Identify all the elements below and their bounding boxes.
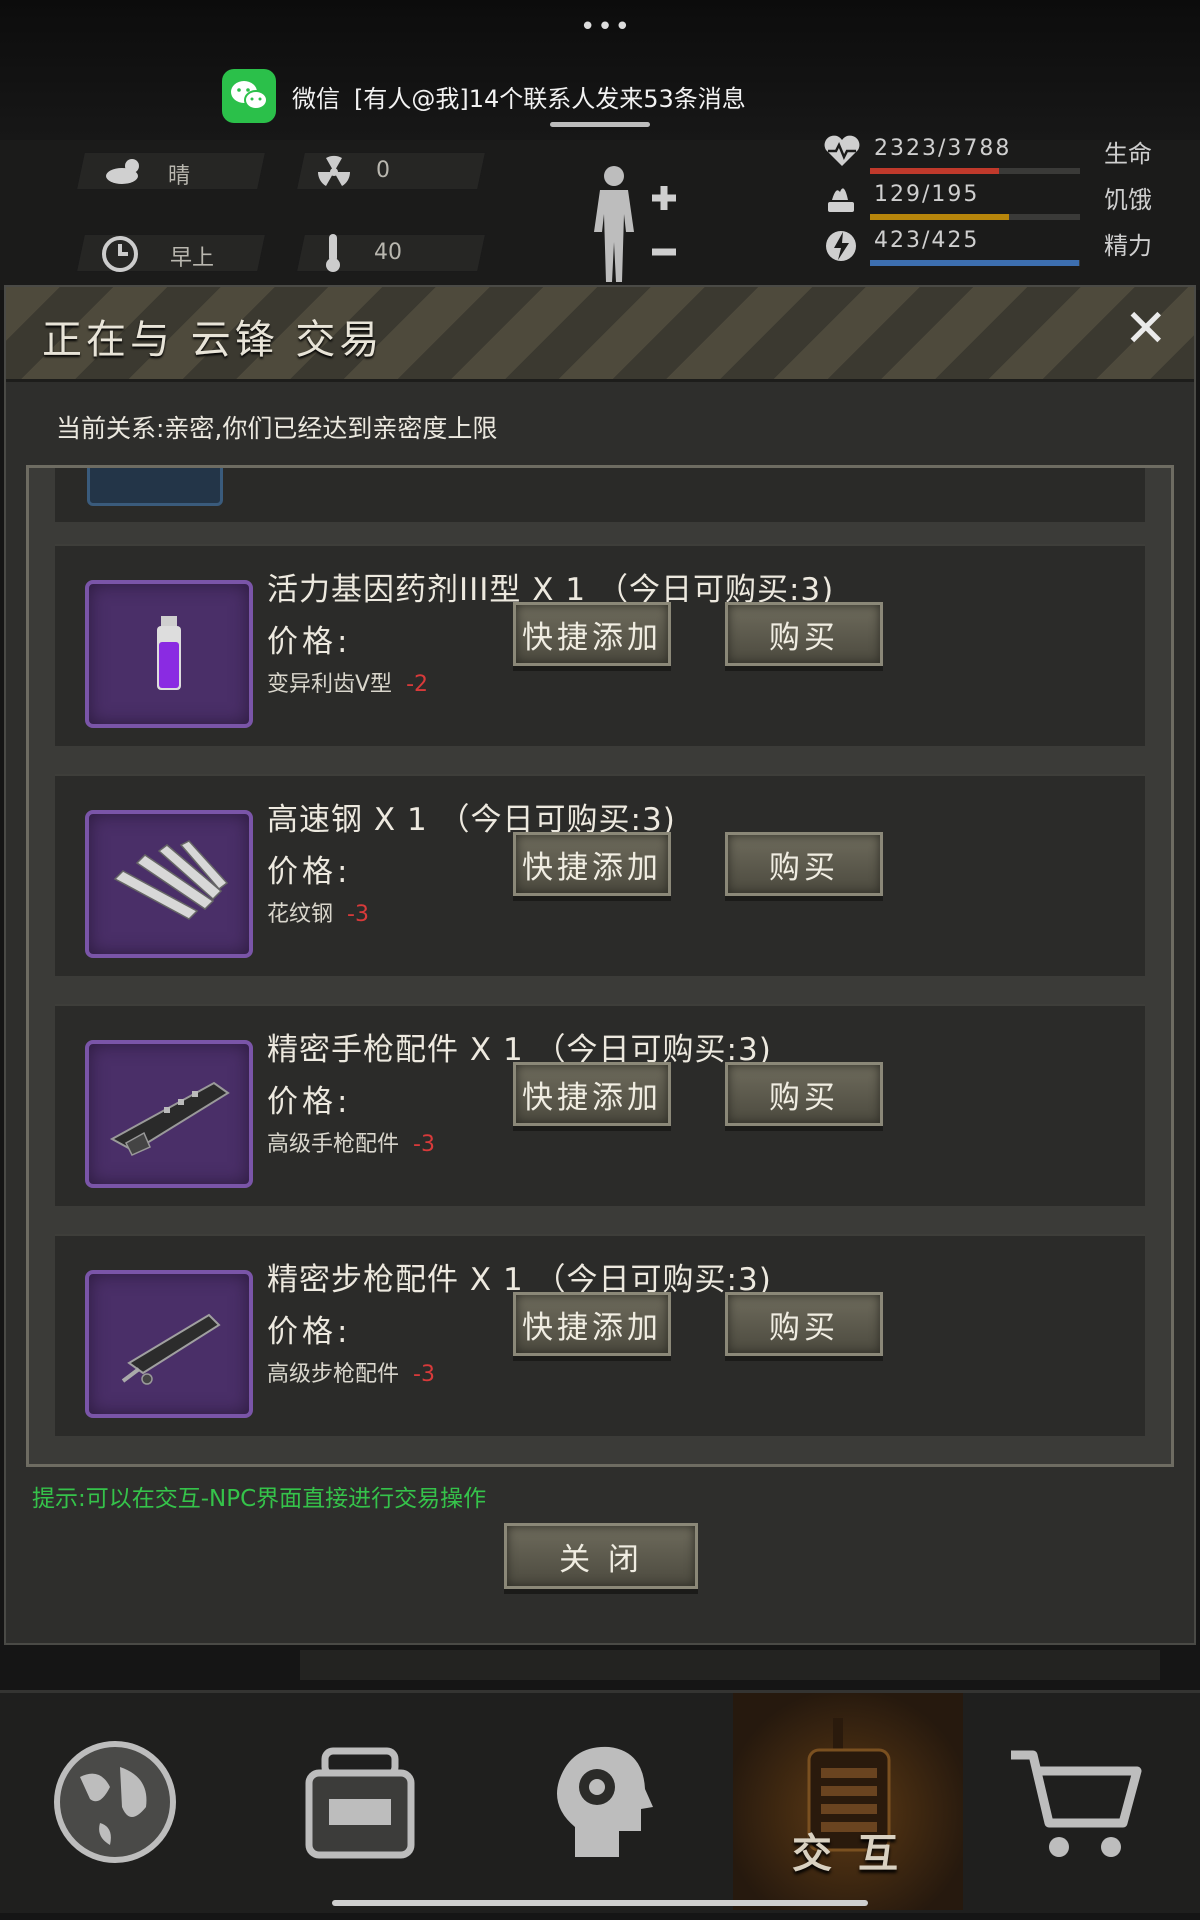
health-value: 2323/3788 — [874, 136, 1012, 161]
tab-interact-label: 交 互 — [792, 1831, 904, 1877]
cost-item: 变异利齿V型 — [267, 672, 393, 697]
cost-quantity: -3 — [413, 1132, 435, 1157]
wechat-icon — [222, 69, 276, 123]
trade-item-row: 精密手枪配件 X 1 （今日可购买:3) 价格: 高级手枪配件 -3 快捷添加 购… — [55, 1004, 1145, 1206]
dialog-header: 正在与 云锋 交易 ✕ — [6, 287, 1194, 382]
hunger-label: 饥饿 — [1104, 186, 1152, 214]
tab-skills[interactable] — [485, 1693, 715, 1910]
item-slot[interactable] — [85, 1270, 253, 1418]
cloud-sun-icon — [102, 156, 148, 190]
tab-interact[interactable]: 交 互 — [733, 1693, 963, 1910]
globe-icon — [54, 1740, 176, 1863]
price-label: 价格: — [267, 1314, 352, 1350]
notification-app-name: 微信 — [292, 84, 340, 113]
backpack-icon — [305, 1747, 415, 1858]
item-slot — [87, 468, 223, 506]
trade-hint: 提示:可以在交互-NPC界面直接进行交易操作 — [32, 1486, 487, 1512]
player-status-panel: 晴 0 早上 40 2323/3788 生命 129/195 饥饿 423/42… — [0, 135, 1200, 290]
cost-quantity: -2 — [406, 672, 428, 697]
notification-message: [有人@我]14个联系人发来53条消息 — [354, 84, 746, 113]
buy-button[interactable]: 购买 — [725, 1062, 883, 1126]
relation-status: 当前关系:亲密,你们已经达到亲密度上限 — [56, 414, 498, 443]
radiation-value: 0 — [376, 158, 390, 183]
time-of-day-text: 早上 — [170, 246, 215, 271]
cost-quantity: -3 — [413, 1362, 435, 1387]
bottom-nav: 交 互 — [0, 1690, 1200, 1913]
close-button[interactable]: 关 闭 — [504, 1523, 698, 1589]
energy-icon — [824, 226, 858, 270]
price-cost: 变异利齿V型 -2 — [267, 666, 428, 698]
weather-text: 晴 — [168, 164, 191, 189]
cart-icon — [1011, 1750, 1142, 1857]
health-label: 生命 — [1104, 140, 1152, 168]
price-label: 价格: — [267, 1084, 352, 1120]
more-dots[interactable]: ••• — [580, 12, 632, 42]
buy-button[interactable]: 购买 — [725, 602, 883, 666]
trade-item-list[interactable]: 活力基因药剂III型 X 1 （今日可购买:3) 价格: 变异利齿V型 -2 快捷… — [26, 465, 1174, 1467]
quick-add-button[interactable]: 快捷添加 — [513, 602, 671, 666]
cost-item: 花纹钢 — [267, 902, 334, 927]
quick-add-button[interactable]: 快捷添加 — [513, 1062, 671, 1126]
energy-value: 423/425 — [874, 228, 980, 253]
dialog-title: 正在与 云锋 交易 — [42, 317, 384, 363]
vital-stats: 2323/3788 生命 129/195 饥饿 423/425 精力 — [800, 135, 1180, 290]
pistol-part-icon — [109, 1081, 230, 1156]
rifle-part-icon — [121, 1313, 221, 1385]
hunger-value: 129/195 — [874, 182, 980, 207]
energy-bar — [870, 260, 1080, 266]
price-cost: 高级手枪配件 -3 — [267, 1126, 435, 1158]
notification-banner[interactable]: 微信 [有人@我]14个联系人发来53条消息 — [222, 69, 782, 123]
heart-icon — [822, 134, 862, 172]
energy-label: 精力 — [1104, 232, 1152, 260]
buy-button[interactable]: 购买 — [725, 1292, 883, 1356]
quick-add-button[interactable]: 快捷添加 — [513, 1292, 671, 1356]
trade-item-row: 活力基因药剂III型 X 1 （今日可购买:3) 价格: 变异利齿V型 -2 快捷… — [55, 544, 1145, 746]
notification-handle — [550, 122, 650, 127]
item-slot[interactable] — [85, 580, 253, 728]
home-indicator — [332, 1900, 868, 1906]
price-cost: 花纹钢 -3 — [267, 896, 369, 928]
price-cost: 高级步枪配件 -3 — [267, 1356, 435, 1388]
radiation-icon — [316, 154, 352, 194]
body-figure-icon[interactable] — [580, 162, 700, 286]
steel-bars-icon — [113, 840, 229, 920]
trade-item-row: 精密步枪配件 X 1 （今日可购买:3) 价格: 高级步枪配件 -3 快捷添加 购… — [55, 1234, 1145, 1436]
food-icon — [822, 180, 858, 220]
cost-item: 高级步枪配件 — [267, 1362, 400, 1387]
trade-dialog: 正在与 云锋 交易 ✕ 当前关系:亲密,你们已经达到亲密度上限 活力基因药剂II… — [4, 285, 1196, 1645]
trade-item-row: 高速钢 X 1 （今日可购买:3) 价格: 花纹钢 -3 快捷添加 购买 — [55, 774, 1145, 976]
close-icon[interactable]: ✕ — [1124, 303, 1168, 355]
cost-item: 高级手枪配件 — [267, 1132, 400, 1157]
tab-world[interactable] — [0, 1693, 230, 1910]
clock-icon — [100, 234, 140, 278]
cost-quantity: -3 — [347, 902, 369, 927]
tab-shop[interactable] — [960, 1693, 1190, 1910]
thermometer-icon — [322, 232, 344, 278]
item-slot[interactable] — [85, 810, 253, 958]
vial-icon — [157, 616, 181, 690]
temperature-value: 40 — [374, 240, 402, 265]
buy-button[interactable]: 购买 — [725, 832, 883, 896]
hunger-bar — [870, 214, 1080, 220]
list-item-partial — [55, 468, 1145, 522]
head-gear-icon — [557, 1746, 653, 1857]
health-bar — [870, 168, 1080, 174]
item-slot[interactable] — [85, 1040, 253, 1188]
quick-add-button[interactable]: 快捷添加 — [513, 832, 671, 896]
system-status-bar: ••• 微信 [有人@我]14个联系人发来53条消息 — [0, 0, 1200, 150]
sub-tab-strip — [300, 1650, 1160, 1680]
tab-backpack[interactable] — [245, 1693, 475, 1910]
price-label: 价格: — [267, 624, 352, 660]
price-label: 价格: — [267, 854, 352, 890]
